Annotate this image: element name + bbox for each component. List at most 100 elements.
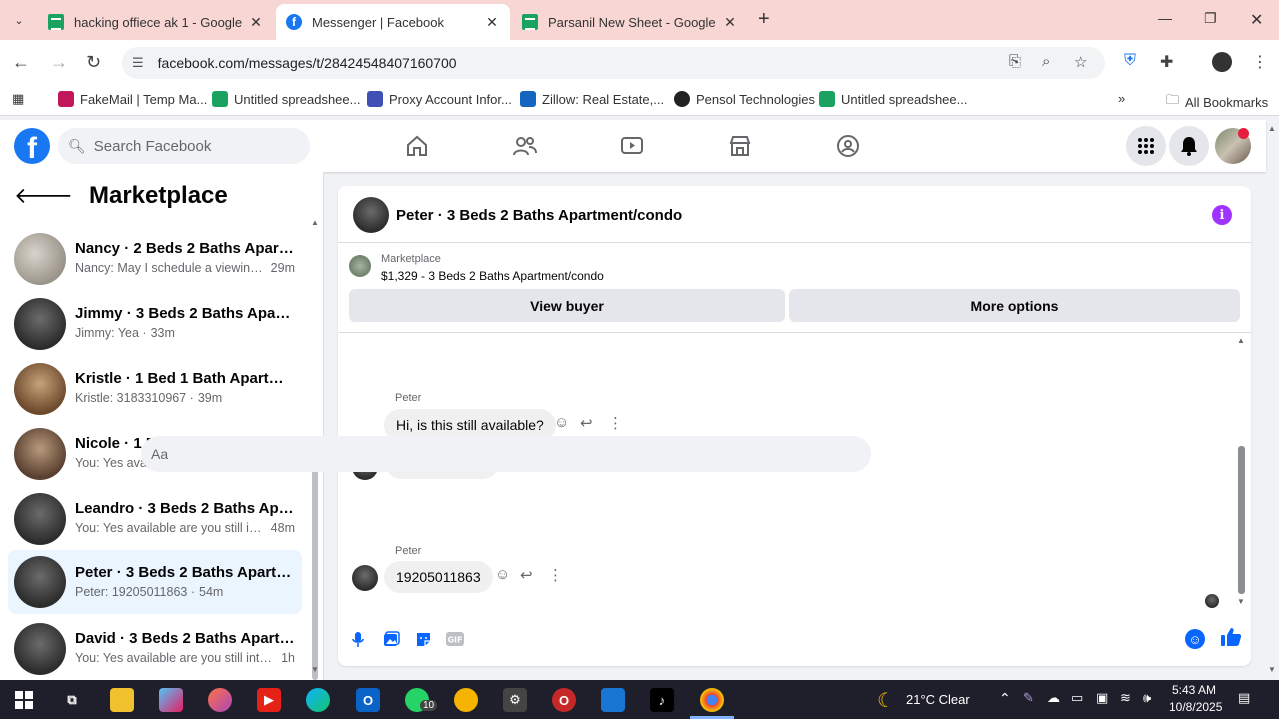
wifi-icon[interactable]: ≋ [1120, 690, 1131, 706]
listing-thumbnail[interactable] [349, 255, 371, 277]
search-facebook-input[interactable]: 🔍︎ Search Facebook [58, 128, 310, 164]
task-view-icon[interactable]: ⧉ [60, 688, 84, 712]
close-tab-icon[interactable]: ✕ [722, 14, 738, 31]
bookmark-item[interactable]: Proxy Account Infor... [367, 91, 512, 107]
tab-search-chevron-icon[interactable]: ⌄ [8, 9, 30, 31]
scroll-up-arrow-icon[interactable]: ▲ [311, 218, 319, 227]
message-input[interactable]: Aa [141, 436, 871, 472]
install-app-icon[interactable]: ⎘ [1009, 53, 1021, 70]
battery-icon[interactable]: ▭ [1071, 690, 1083, 706]
bookmark-item[interactable]: Zillow: Real Estate,... [520, 91, 664, 107]
emoji-icon[interactable]: ☺ [1185, 629, 1205, 649]
clock-time[interactable]: 5:43 AM [1172, 683, 1216, 697]
message-bubble[interactable]: 19205011863 [384, 561, 493, 593]
copilot-icon[interactable] [159, 688, 183, 712]
opera-icon[interactable]: O [552, 688, 576, 712]
address-bar[interactable]: ☰ facebook.com/messages/t/28424548407160… [122, 47, 1105, 79]
forward-arrow-icon[interactable]: → [50, 52, 68, 73]
gif-icon[interactable]: GIF [446, 631, 464, 652]
volume-icon[interactable]: 🕪︎ [1143, 690, 1151, 706]
home-icon[interactable] [404, 133, 430, 159]
pen-icon[interactable]: ✎ [1023, 690, 1034, 706]
close-tab-icon[interactable]: ✕ [248, 14, 264, 31]
conversation-item-selected[interactable]: Peter · 3 Beds 2 Baths Apartmen... Peter… [8, 550, 302, 614]
chat-title[interactable]: Peter · 3 Beds 2 Baths Apartment/condo [396, 207, 682, 224]
apps-grid-icon[interactable]: ▦ [12, 91, 24, 107]
react-smiley-icon[interactable]: ☺ [554, 414, 569, 431]
store-icon[interactable] [601, 688, 625, 712]
bookmark-star-icon[interactable]: ☆ [1074, 53, 1087, 71]
minimize-icon[interactable]: — [1158, 10, 1172, 26]
listing-price[interactable]: $1,329 - 3 Beds 2 Baths Apartment/condo [381, 269, 604, 283]
bookmark-item[interactable]: FakeMail | Temp Ma... [58, 91, 207, 107]
view-buyer-button[interactable]: View buyer [349, 289, 785, 322]
groups-icon[interactable] [835, 133, 861, 159]
reload-icon[interactable]: ↻ [86, 52, 101, 73]
more-kebab-icon[interactable]: ⋮ [608, 414, 623, 432]
all-bookmarks[interactable]: 🗀 All Bookmarks [1166, 91, 1268, 113]
notifications-icon[interactable]: ▤ [1238, 690, 1250, 706]
bookmark-item[interactable]: Untitled spreadshee... [819, 91, 967, 107]
meet-icon[interactable]: ▣ [1096, 690, 1108, 706]
zoom-icon[interactable]: ⌕ [1042, 53, 1050, 70]
close-window-icon[interactable]: ✕ [1250, 10, 1263, 30]
windows-start-icon[interactable] [12, 688, 36, 712]
more-bookmarks-chevron-icon[interactable]: » [1118, 91, 1125, 106]
more-kebab-icon[interactable]: ⋮ [548, 566, 563, 584]
app-icon[interactable] [208, 688, 232, 712]
edge-icon[interactable] [306, 688, 330, 712]
profile-avatar[interactable] [1212, 52, 1232, 72]
scroll-up-arrow-icon[interactable]: ▲ [1237, 336, 1245, 345]
conversation-item[interactable]: Kristle · 1 Bed 1 Bath Apartment... Kris… [8, 359, 302, 419]
browser-tab[interactable]: hacking offiece ak 1 - Google Sh ✕ [38, 4, 274, 40]
menu-kebab-icon[interactable]: ⋮ [1252, 52, 1268, 72]
photo-icon[interactable] [383, 631, 400, 653]
conversation-item[interactable]: Jimmy · 3 Beds 2 Baths Apartme... Jimmy:… [8, 294, 302, 354]
conversation-item[interactable]: Leandro · 3 Beds 2 Baths Apart... You: Y… [8, 489, 302, 549]
browser-tab[interactable]: Parsanil New Sheet - Google Sh ✕ [512, 4, 748, 40]
bookmark-item[interactable]: Untitled spreadshee... [212, 91, 360, 107]
reply-arrow-icon[interactable]: ↩ [580, 414, 593, 432]
chrome-icon[interactable] [700, 688, 724, 712]
weather-text[interactable]: 21°C Clear [906, 692, 970, 707]
new-tab-plus-icon[interactable]: + [758, 8, 770, 31]
chat-scrollbar[interactable] [1238, 446, 1245, 594]
marketplace-icon[interactable] [727, 133, 753, 159]
close-tab-icon[interactable]: ✕ [484, 14, 500, 31]
app-gear-icon[interactable]: ⚙ [503, 688, 527, 712]
page-scroll-up-arrow-icon[interactable]: ▲ [1268, 124, 1276, 133]
menu-grid-icon[interactable] [1126, 126, 1166, 166]
conversations-scrollbar[interactable] [312, 470, 318, 680]
sticker-icon[interactable] [415, 631, 432, 653]
restore-icon[interactable]: ❐ [1204, 10, 1217, 27]
shield-extension-icon[interactable]: ⛨ [1124, 52, 1136, 70]
reply-arrow-icon[interactable]: ↩ [520, 566, 533, 584]
file-explorer-icon[interactable] [110, 688, 134, 712]
app-medal-icon[interactable] [454, 688, 478, 712]
scroll-down-arrow-icon[interactable]: ▼ [311, 665, 319, 674]
react-smiley-icon[interactable]: ☺ [495, 566, 510, 583]
bookmark-item[interactable]: Pensol Technologies [674, 91, 815, 107]
outlook-icon[interactable]: O [356, 688, 380, 712]
weather-moon-icon[interactable]: ☾ [874, 688, 898, 712]
back-arrow-icon[interactable]: ← [12, 52, 30, 73]
contact-avatar[interactable] [353, 197, 389, 233]
info-icon[interactable]: i [1212, 205, 1232, 225]
tiktok-icon[interactable]: ♪ [650, 688, 674, 712]
extensions-puzzle-icon[interactable]: ✚ [1160, 52, 1173, 72]
clock-date[interactable]: 10/8/2025 [1169, 700, 1222, 714]
youtube-icon[interactable]: ▶ [257, 688, 281, 712]
microphone-icon[interactable] [352, 632, 364, 653]
tray-chevron-icon[interactable]: ⌃ [999, 690, 1011, 707]
friends-icon[interactable] [512, 133, 538, 159]
conversation-item[interactable]: David · 3 Beds 2 Baths Apartme... You: Y… [8, 619, 302, 679]
notifications-bell-icon[interactable] [1169, 126, 1209, 166]
video-icon[interactable] [619, 133, 645, 159]
browser-tab-active[interactable]: f Messenger | Facebook ✕ [276, 4, 510, 40]
thumbs-up-icon[interactable] [1220, 627, 1242, 653]
conversation-item[interactable]: Nancy · 2 Beds 2 Baths Apartme... Nancy:… [8, 229, 302, 289]
back-arrow-icon[interactable]: 🡐 [14, 183, 73, 209]
site-info-icon[interactable]: ☰ [132, 55, 144, 71]
facebook-logo[interactable]: f [14, 128, 50, 164]
more-options-button[interactable]: More options [789, 289, 1240, 322]
